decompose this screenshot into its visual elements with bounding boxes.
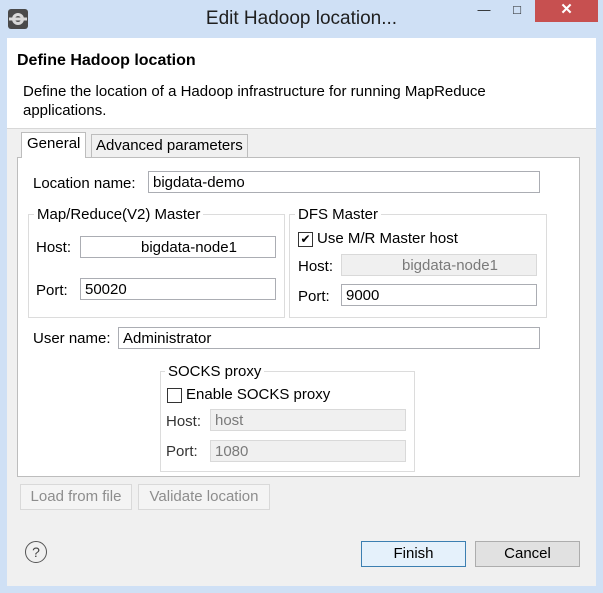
mr-master-title: Map/Reduce(V2) Master — [34, 206, 204, 223]
dfs-host-input[interactable]: bigdata-node1 — [341, 254, 537, 276]
tab-advanced-parameters[interactable]: Advanced parameters — [91, 134, 248, 158]
use-mr-master-checkbox[interactable]: ✔ — [298, 232, 313, 247]
tab-general[interactable]: General — [21, 132, 87, 158]
dialog-heading: Define Hadoop location — [17, 52, 196, 69]
enable-socks-checkbox[interactable] — [167, 388, 182, 403]
mr-master-group — [28, 214, 285, 318]
enable-socks-label: Enable SOCKS proxy — [186, 386, 331, 403]
mr-port-input[interactable]: 50020 — [80, 278, 276, 300]
socks-port-label: Port: — [166, 443, 198, 460]
socks-proxy-title: SOCKS proxy — [165, 363, 265, 380]
dfs-host-label: Host: — [298, 258, 334, 275]
location-name-input[interactable]: bigdata-demo — [148, 171, 540, 193]
use-mr-master-label: Use M/R Master host — [317, 230, 458, 247]
user-name-label: User name: — [33, 330, 111, 347]
dfs-port-label: Port: — [298, 288, 330, 305]
dfs-port-input[interactable]: 9000 — [341, 284, 537, 306]
dfs-master-title: DFS Master — [295, 206, 382, 223]
mr-host-input[interactable]: bigdata-node1 — [80, 236, 276, 258]
window-frame-left — [0, 38, 7, 593]
window-frame-right — [596, 38, 603, 593]
socks-port-input[interactable]: 1080 — [210, 440, 406, 462]
close-button[interactable]: ✕ — [535, 0, 598, 22]
minimize-button[interactable]: — — [469, 0, 499, 22]
finish-button[interactable]: Finish — [361, 541, 466, 567]
location-name-label: Location name: — [33, 175, 136, 192]
mr-port-label: Port: — [36, 282, 68, 299]
user-name-input[interactable]: Administrator — [118, 327, 540, 349]
dialog-description: Define the location of a Hadoop infrastr… — [23, 83, 486, 119]
window-frame-bottom — [0, 586, 603, 593]
help-icon[interactable]: ? — [25, 541, 47, 563]
socks-host-input[interactable]: host — [210, 409, 406, 431]
validate-location-button[interactable]: Validate location — [138, 484, 270, 510]
maximize-button[interactable]: □ — [502, 0, 532, 22]
cancel-button[interactable]: Cancel — [475, 541, 580, 567]
load-from-file-button[interactable]: Load from file — [20, 484, 132, 510]
socks-host-label: Host: — [166, 413, 202, 430]
mr-host-label: Host: — [36, 239, 72, 256]
